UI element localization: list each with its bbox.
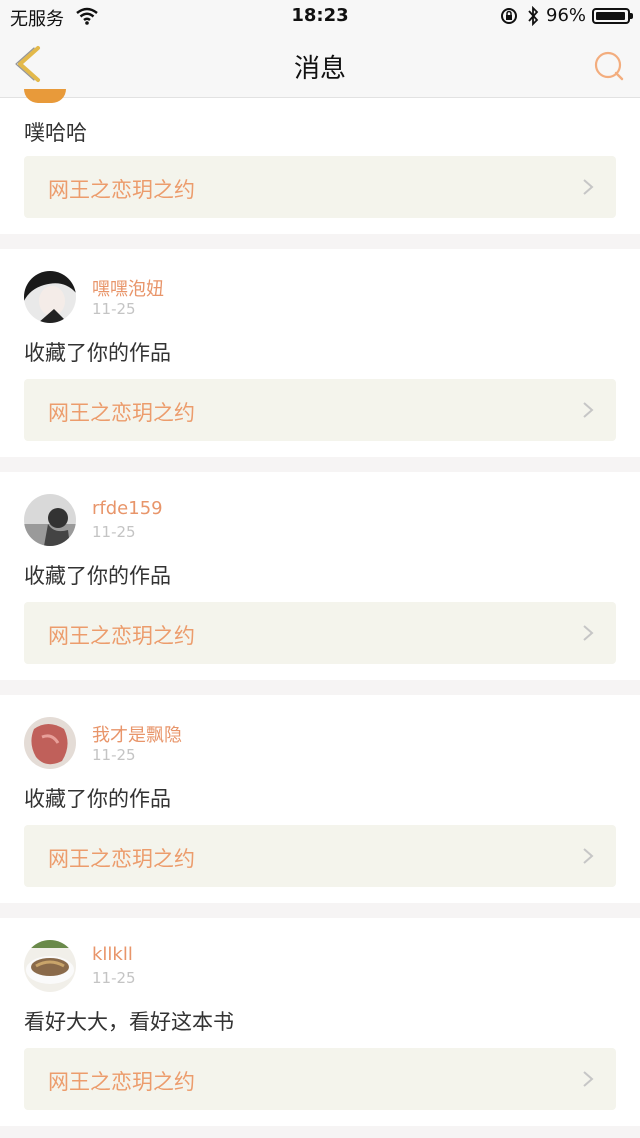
message-card: rfde159 11-25 收藏了你的作品 网王之恋玥之约 — [0, 472, 640, 664]
work-title: 网王之恋玥之约 — [48, 178, 195, 202]
timestamp: 11-25 — [92, 969, 136, 987]
username[interactable]: 嘿嘿泡妞 — [92, 275, 164, 301]
chevron-right-icon — [583, 1071, 594, 1087]
battery-icon — [592, 8, 633, 24]
battery-fill — [596, 12, 625, 20]
message-text: 看好大大，看好这本书 — [24, 1010, 234, 1034]
timestamp: 11-25 — [92, 300, 136, 318]
work-link[interactable]: 网王之恋玥之约 — [24, 1048, 616, 1110]
message-card: 噗哈哈 网王之恋玥之约 — [0, 89, 640, 218]
work-link[interactable]: 网王之恋玥之约 — [24, 156, 616, 218]
chevron-right-icon — [583, 402, 594, 418]
status-bar: 无服务 18:23 96% — [0, 0, 640, 32]
chevron-right-icon — [583, 848, 594, 864]
message-card: kllkll 11-25 看好大大，看好这本书 网王之恋玥之约 — [0, 918, 640, 1110]
work-title: 网王之恋玥之约 — [48, 401, 195, 425]
message-text: 收藏了你的作品 — [24, 341, 171, 365]
chevron-right-icon — [583, 179, 594, 195]
message-text: 噗哈哈 — [24, 121, 87, 145]
work-title: 网王之恋玥之约 — [48, 847, 195, 871]
message-text: 收藏了你的作品 — [24, 564, 171, 588]
card-divider — [0, 903, 640, 918]
page-title: 消息 — [293, 54, 346, 84]
nav-bar: 消息 — [0, 32, 640, 98]
message-card: 我才是飘隐 11-25 收藏了你的作品 网王之恋玥之约 — [0, 695, 640, 887]
rotation-lock-icon — [501, 8, 517, 24]
timestamp: 11-25 — [92, 523, 136, 541]
search-icon[interactable] — [592, 50, 626, 82]
chevron-right-icon — [583, 625, 594, 641]
card-divider — [0, 680, 640, 695]
message-feed: 噗哈哈 网王之恋玥之约 嘿嘿泡妞 11-25 收藏了你的作品 网王之恋玥之约 r… — [0, 89, 640, 1138]
avatar[interactable] — [24, 940, 76, 992]
work-title: 网王之恋玥之约 — [48, 1070, 195, 1094]
work-link[interactable]: 网王之恋玥之约 — [24, 825, 616, 887]
battery-percent: 96% — [546, 5, 587, 26]
bluetooth-icon — [528, 6, 539, 26]
avatar[interactable] — [24, 494, 76, 546]
card-divider — [0, 1126, 640, 1138]
card-divider — [0, 457, 640, 472]
work-link[interactable]: 网王之恋玥之约 — [24, 379, 616, 441]
username[interactable]: rfde159 — [92, 498, 163, 519]
message-text: 收藏了你的作品 — [24, 787, 171, 811]
avatar[interactable] — [24, 717, 76, 769]
username[interactable]: kllkll — [92, 944, 133, 965]
work-title: 网王之恋玥之约 — [48, 624, 195, 648]
card-divider — [0, 234, 640, 249]
work-link[interactable]: 网王之恋玥之约 — [24, 602, 616, 664]
avatar[interactable] — [24, 271, 76, 323]
clock: 18:23 — [291, 5, 349, 26]
username[interactable]: 我才是飘隐 — [92, 721, 182, 747]
timestamp: 11-25 — [92, 746, 136, 764]
message-card: 嘿嘿泡妞 11-25 收藏了你的作品 网王之恋玥之约 — [0, 249, 640, 441]
